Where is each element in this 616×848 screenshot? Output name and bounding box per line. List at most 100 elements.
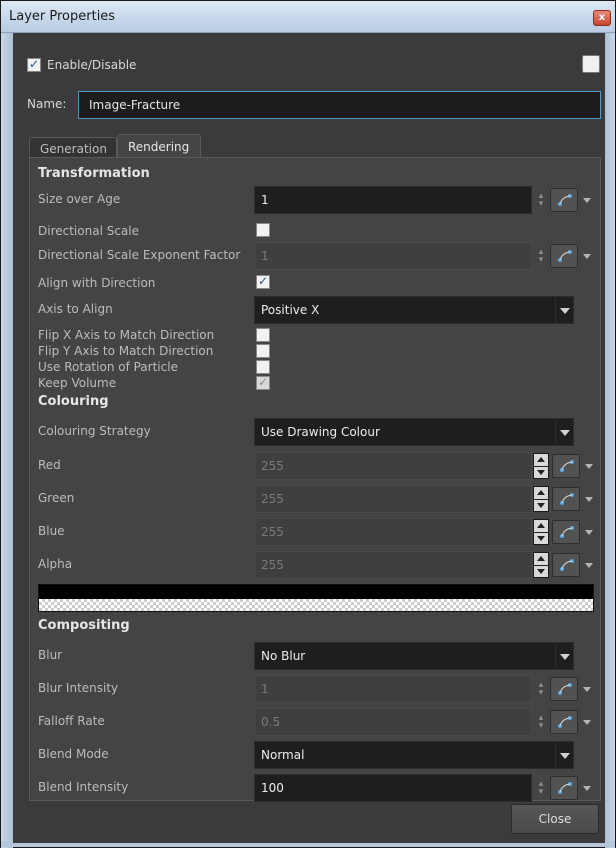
enable-disable-row[interactable]: Enable/Disable (27, 55, 136, 75)
green-spinner[interactable] (533, 486, 549, 512)
layer-properties-window: Layer Properties x Enable/Disable Name: … (0, 0, 616, 848)
transformation-heading: Transformation (38, 166, 150, 181)
blend-mode-value: Normal (261, 748, 305, 762)
function-curve-icon (558, 683, 572, 695)
layer-colour-swatch[interactable] (582, 55, 600, 73)
falloff-rate-input[interactable]: 0.5 (254, 708, 532, 736)
chevron-down-icon[interactable] (555, 419, 573, 445)
function-curve-icon (558, 194, 572, 206)
flip-x-checkbox[interactable] (256, 328, 270, 342)
blue-input[interactable]: 255 (254, 518, 532, 546)
blur-select[interactable]: No Blur (254, 642, 574, 670)
use-rotation-label: Use Rotation of Particle (38, 360, 178, 374)
chevron-down-icon[interactable] (582, 195, 592, 205)
colouring-strategy-label: Colouring Strategy (38, 424, 151, 438)
blend-intensity-input[interactable]: 100 (254, 774, 532, 802)
align-with-direction-checkbox[interactable] (256, 274, 270, 289)
axis-to-align-value: Positive X (261, 303, 320, 317)
blend-intensity-function-button[interactable] (550, 776, 578, 800)
chevron-down-icon[interactable] (582, 783, 592, 793)
red-function-button[interactable] (552, 454, 580, 478)
title-bar: Layer Properties x (1, 1, 615, 33)
chevron-down-icon[interactable] (555, 742, 573, 768)
red-input[interactable]: 255 (254, 452, 532, 480)
green-function-button[interactable] (552, 487, 580, 511)
blur-intensity-function-button[interactable] (550, 677, 578, 701)
green-label: Green (38, 491, 75, 505)
window-frame-right (605, 33, 615, 848)
colour-preview-alpha (39, 599, 593, 611)
keep-volume-checkbox[interactable] (256, 375, 270, 390)
dir-scale-exponent-label: Directional Scale Exponent Factor (38, 248, 241, 262)
falloff-rate-function-button[interactable] (550, 710, 578, 734)
colouring-strategy-value: Use Drawing Colour (261, 425, 380, 439)
close-button[interactable]: Close (511, 804, 599, 834)
enable-label: Enable/Disable (47, 58, 137, 72)
alpha-function-button[interactable] (552, 553, 580, 577)
function-curve-icon (560, 493, 574, 505)
blur-intensity-input[interactable]: 1 (254, 675, 532, 703)
chevron-down-icon[interactable] (584, 560, 594, 570)
blue-spinner[interactable] (533, 519, 549, 545)
alpha-label: Alpha (38, 557, 73, 571)
blend-intensity-spinner-icon[interactable]: ▴ ▾ (536, 780, 546, 797)
blue-label: Blue (38, 524, 65, 538)
function-curve-icon (558, 250, 572, 262)
size-over-age-spinner-icon[interactable]: ▴ ▾ (536, 192, 546, 209)
size-over-age-label: Size over Age (38, 192, 121, 206)
tab-generation[interactable]: Generation (29, 137, 117, 158)
blend-mode-select[interactable]: Normal (254, 741, 574, 769)
red-label: Red (38, 458, 61, 472)
axis-to-align-select[interactable]: Positive X (254, 296, 574, 324)
dir-scale-exponent-spinner-icon[interactable]: ▴ ▾ (536, 248, 546, 265)
blur-intensity-label: Blur Intensity (38, 681, 119, 695)
window-close-button[interactable]: x (593, 10, 611, 26)
falloff-rate-label: Falloff Rate (38, 714, 105, 728)
directional-scale-checkbox[interactable] (256, 223, 270, 237)
tab-rendering[interactable]: Rendering (117, 134, 201, 158)
colouring-strategy-select[interactable]: Use Drawing Colour (254, 418, 574, 446)
dir-scale-exponent-function-button[interactable] (550, 244, 578, 268)
blur-intensity-spinner-icon[interactable]: ▴ ▾ (536, 681, 546, 698)
chevron-down-icon[interactable] (584, 494, 594, 504)
colour-preview-bar (38, 584, 594, 612)
chevron-down-icon[interactable] (582, 251, 592, 261)
function-curve-icon (560, 460, 574, 472)
chevron-down-icon[interactable] (555, 297, 573, 323)
blur-value: No Blur (261, 649, 306, 663)
alpha-spinner[interactable] (533, 552, 549, 578)
axis-to-align-label: Axis to Align (38, 302, 113, 316)
blue-function-button[interactable] (552, 520, 580, 544)
rendering-panel: Transformation Size over Age 1 ▴ ▾ Direct… (29, 157, 601, 802)
keep-volume-label: Keep Volume (38, 376, 117, 390)
flip-x-label: Flip X Axis to Match Direction (38, 328, 215, 342)
chevron-down-icon[interactable] (584, 527, 594, 537)
dir-scale-exponent-input[interactable]: 1 (254, 242, 532, 270)
size-over-age-function-button[interactable] (550, 188, 578, 212)
use-rotation-checkbox[interactable] (256, 360, 270, 374)
function-curve-icon (558, 782, 572, 794)
chevron-down-icon[interactable] (584, 461, 594, 471)
blend-mode-label: Blend Mode (38, 747, 109, 761)
chevron-down-icon[interactable] (582, 717, 592, 727)
colour-preview-solid (39, 585, 593, 599)
colouring-heading: Colouring (38, 394, 109, 409)
green-input[interactable]: 255 (254, 485, 532, 513)
alpha-input[interactable]: 255 (254, 551, 532, 579)
chevron-down-icon[interactable] (582, 684, 592, 694)
window-title: Layer Properties (9, 9, 116, 24)
chevron-down-icon[interactable] (555, 643, 573, 669)
size-over-age-input[interactable]: 1 (254, 186, 532, 214)
red-spinner[interactable] (533, 453, 549, 479)
flip-y-checkbox[interactable] (256, 344, 270, 358)
function-curve-icon (558, 716, 572, 728)
compositing-heading: Compositing (38, 618, 130, 633)
blend-intensity-label: Blend Intensity (38, 780, 129, 794)
function-curve-icon (560, 559, 574, 571)
falloff-rate-spinner-icon[interactable]: ▴ ▾ (536, 714, 546, 731)
name-input[interactable]: Image-Fracture (78, 91, 601, 119)
dialog-content: Enable/Disable Name: Image-Fracture Gene… (13, 33, 605, 843)
window-frame-left (1, 33, 13, 848)
blur-label: Blur (38, 648, 63, 662)
enable-checkbox[interactable] (27, 57, 41, 72)
